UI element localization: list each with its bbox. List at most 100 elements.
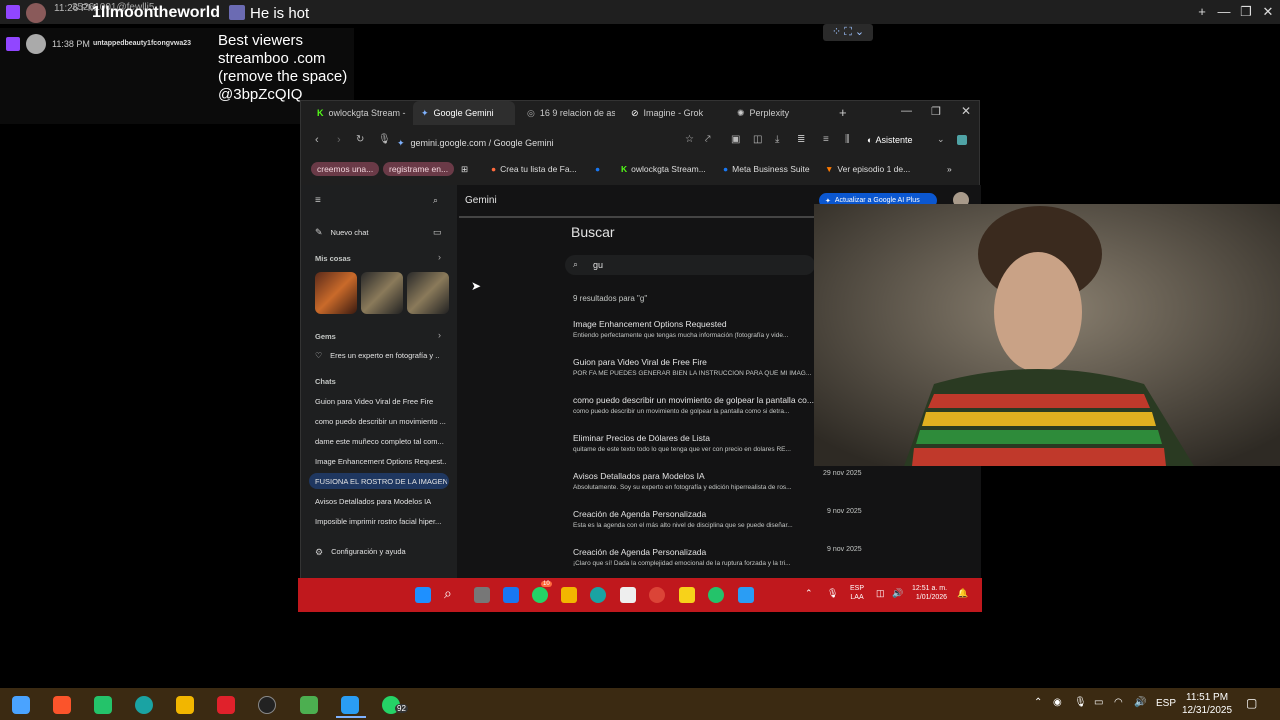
network-icon[interactable]: ◫ (876, 588, 885, 599)
close-icon[interactable]: ✕ (961, 104, 971, 118)
tab-owlockgta[interactable]: K owlockgta Stream - (309, 101, 409, 125)
browser-icon[interactable] (135, 696, 153, 714)
sticky-notes-icon[interactable] (679, 587, 695, 603)
minimize-icon[interactable]: — (1214, 4, 1234, 19)
close-icon[interactable]: ✕ (1258, 4, 1278, 20)
my-stuff-image[interactable] (407, 272, 449, 314)
menu-icon[interactable]: ≡ (315, 195, 321, 206)
chat-item[interactable]: Imposible imprimir rostro facial hiper..… (315, 517, 447, 526)
bookmark-star-icon[interactable]: ☆ (685, 134, 694, 145)
more-bookmarks-icon[interactable]: » (947, 162, 952, 176)
clock[interactable]: 11:51 PM 12/31/2025 (1182, 691, 1232, 717)
search-icon[interactable]: ⌕ (433, 195, 438, 206)
app-blue-icon[interactable] (341, 696, 359, 714)
tab-google-gemini[interactable]: ✦ Google Gemini (413, 101, 515, 125)
my-stuff-header[interactable]: Mis cosas (315, 254, 351, 263)
chevron-up-icon[interactable]: ⌃ (1034, 697, 1042, 708)
search-result[interactable]: Avisos Detallados para Modelos IA Absolu… (573, 471, 813, 491)
chat-item[interactable]: como puedo describir un movimiento ... (315, 417, 447, 426)
app-tray-icon[interactable]: ◉ (1053, 697, 1062, 708)
browser-icon[interactable] (590, 587, 606, 603)
equalizer-icon[interactable]: ⫼ (845, 134, 850, 145)
menu-lines-icon[interactable]: ≡ (823, 134, 829, 145)
download-icon[interactable]: ⤓ (775, 134, 779, 145)
battery-icon[interactable]: ▭ (1094, 697, 1103, 708)
maximize-icon[interactable]: ❐ (1236, 4, 1256, 20)
forward-icon[interactable]: › (337, 134, 341, 146)
search-icon[interactable]: ⌕ (444, 585, 452, 602)
whatsapp-icon[interactable] (532, 587, 548, 603)
history-icon[interactable]: ≣ (797, 134, 805, 145)
microphone-icon[interactable]: 🎙 (1074, 697, 1087, 708)
bookmark-meta-business[interactable]: ● Meta Business Suite (723, 162, 810, 176)
bookmark-owlockgta[interactable]: Kowlockgta Stream... (621, 162, 706, 176)
tab-relacion-aspecto[interactable]: ◎ 16 9 relacion de asp (519, 101, 615, 125)
notification-icon[interactable]: ▢ (1246, 696, 1257, 710)
bookmark-registrame[interactable]: registrame en... (383, 162, 455, 176)
new-chat-button[interactable]: ✎ Nuevo chat (315, 227, 369, 238)
file-explorer-icon[interactable] (561, 587, 577, 603)
search-result[interactable]: Creación de Agenda Personalizada ¡Claro … (573, 547, 813, 567)
wifi-icon[interactable]: ◠ (1114, 697, 1123, 708)
chevron-up-icon[interactable]: ⌃ (805, 588, 813, 599)
microphone-icon[interactable]: 🎙 (827, 588, 838, 599)
facebook-icon[interactable]: ● (595, 162, 600, 176)
refresh-app-icon[interactable] (94, 696, 112, 714)
my-stuff-image[interactable] (361, 272, 403, 314)
assistant-button[interactable]: ◐ Asistente (867, 135, 912, 145)
tab-grok[interactable]: ⊘ Imagine - Grok (623, 101, 719, 125)
new-tab-button[interactable]: + (839, 105, 847, 120)
reload-icon[interactable]: ↻ (356, 134, 364, 145)
chevron-right-icon[interactable]: › (438, 252, 441, 262)
gems-header[interactable]: Gems (315, 332, 336, 341)
volume-icon[interactable]: 🔊 (1134, 697, 1146, 708)
app-icon[interactable] (738, 587, 754, 603)
microphone-icon[interactable]: 🎙 (378, 134, 391, 145)
app-green-icon[interactable] (300, 696, 318, 714)
bookmark-creemos[interactable]: creemos una... (311, 162, 380, 176)
minimize-icon[interactable]: — (901, 105, 912, 117)
profile-icon[interactable] (957, 135, 967, 145)
stream-control-icon[interactable]: ⁘ ⛶ ⌄ (823, 24, 873, 41)
search-input[interactable]: ⌕ gu (565, 255, 815, 275)
search-result[interactable]: Creación de Agenda Personalizada Esta es… (573, 509, 813, 529)
new-window-icon[interactable]: + (1192, 4, 1212, 19)
task-view-icon[interactable] (474, 587, 490, 603)
chevron-right-icon[interactable]: › (438, 330, 441, 340)
maximize-icon[interactable]: ❐ (931, 105, 941, 118)
bookmark-ver-episodio[interactable]: ▼ Ver episodio 1 de... (825, 162, 910, 176)
file-explorer-icon[interactable] (176, 696, 194, 714)
temporary-chat-icon[interactable]: ▭ (433, 227, 442, 238)
extension-icon[interactable]: ▣ (731, 134, 740, 145)
search-result[interactable]: Guion para Video Viral de Free Fire POR … (573, 357, 813, 377)
tab-perplexity[interactable]: ✺ Perplexity (729, 101, 825, 125)
volume-icon[interactable]: 🔊 (892, 588, 903, 599)
bookmark-crea-lista[interactable]: ● Crea tu lista de Fa... (491, 162, 577, 176)
calendar-icon[interactable] (620, 587, 636, 603)
my-stuff-image[interactable] (315, 272, 357, 314)
screenshot-icon[interactable]: ◫ (753, 134, 762, 145)
search-result[interactable]: como puedo describir un movimiento de go… (573, 395, 814, 415)
chat-item[interactable]: Avisos Detallados para Modelos IA (315, 497, 447, 506)
clock[interactable]: 12:51 a. m. 1/01/2026 (912, 584, 947, 602)
refresh-app-icon[interactable] (708, 587, 724, 603)
share-icon[interactable]: ⤤ (705, 134, 711, 145)
app-red-icon[interactable] (217, 696, 235, 714)
chat-item[interactable]: Image Enhancement Options Request... (315, 457, 447, 466)
apps-grid-icon[interactable]: ⊞ (461, 162, 468, 176)
chevron-down-icon[interactable]: ⌄ (937, 134, 945, 145)
back-icon[interactable]: ‹ (315, 134, 319, 146)
bell-icon[interactable]: 🔔 (957, 588, 968, 599)
app-title[interactable]: Gemini (465, 195, 497, 206)
chat-item[interactable]: Guion para Video Viral de Free Fire (315, 397, 447, 406)
obs-icon[interactable] (258, 696, 276, 714)
windows-start-icon[interactable] (415, 587, 431, 603)
chat-item[interactable]: dame este muñeco completo tal com... (315, 437, 447, 446)
language-indicator[interactable]: ESP (1156, 698, 1176, 709)
chat-item-selected[interactable]: FUSIONA EL ROSTRO DE LA IMAGEN ... (309, 473, 449, 489)
search-result[interactable]: Eliminar Precios de Dólares de Lista qui… (573, 433, 813, 453)
brave-icon[interactable] (53, 696, 71, 714)
language-indicator[interactable]: ESP LAA (850, 584, 864, 602)
gem-item[interactable]: ♡ Eres un experto en fotografía y ... (315, 351, 440, 360)
facebook-icon[interactable] (503, 587, 519, 603)
